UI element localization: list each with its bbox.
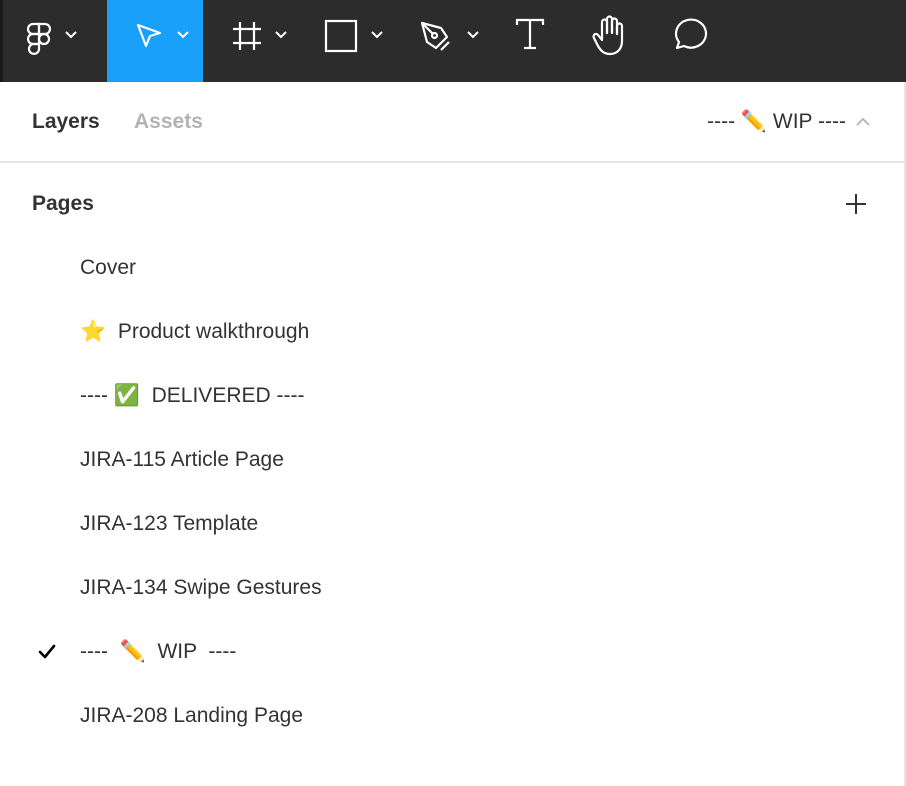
main-menu-button[interactable] (3, 0, 103, 82)
pages-title: Pages (32, 192, 94, 215)
pages-header: Pages (0, 163, 904, 247)
page-item-delivered-separator[interactable]: ---- ✅ DELIVERED ---- (0, 364, 904, 428)
page-item-label: ⭐ Product walkthrough (80, 320, 310, 343)
page-item-label: JIRA-208 Landing Page (80, 704, 303, 727)
page-item-wip-separator[interactable]: ---- ✏️ WIP ---- (0, 620, 904, 684)
page-item-label: JIRA-123 Template (80, 512, 259, 535)
page-item-label: Cover (80, 256, 137, 279)
pen-icon (420, 21, 450, 51)
page-item-label: ---- ✏️ WIP ---- (80, 640, 237, 663)
tab-layers[interactable]: Layers (32, 109, 100, 135)
toolbar (0, 0, 906, 82)
cursor-arrow-icon (136, 23, 162, 48)
page-item-product-walkthrough[interactable]: ⭐ Product walkthrough (0, 300, 904, 364)
comment-tool-button[interactable] (653, 0, 728, 82)
panel-tabs: Layers Assets ---- ✏️ WIP ---- (0, 82, 904, 163)
page-list: Cover ⭐ Product walkthrough ---- ✅ DELIV… (0, 236, 904, 748)
chevron-down-icon (275, 31, 287, 39)
page-item-label: ---- ✅ DELIVERED ---- (80, 384, 305, 407)
frame-tool-button[interactable] (203, 0, 299, 82)
current-page-label: ---- ✏️ WIP ---- (707, 110, 846, 133)
page-item-jira-134[interactable]: JIRA-134 Swipe Gestures (0, 556, 904, 620)
shape-tool-button[interactable] (303, 0, 399, 82)
page-item-jira-208[interactable]: JIRA-208 Landing Page (0, 684, 904, 748)
figma-logo-icon (27, 22, 51, 55)
tab-assets[interactable]: Assets (134, 109, 203, 135)
page-item-jira-123[interactable]: JIRA-123 Template (0, 492, 904, 556)
chevron-down-icon (65, 31, 77, 39)
figma-app: Layers Assets ---- ✏️ WIP ---- Pages Cov… (0, 0, 906, 786)
text-tool-button[interactable] (503, 0, 563, 82)
chevron-up-icon (856, 117, 870, 126)
pen-tool-button[interactable] (403, 0, 499, 82)
rectangle-icon (324, 19, 358, 53)
checkmark-icon (38, 644, 56, 659)
page-item-label: JIRA-134 Swipe Gestures (80, 576, 322, 599)
chevron-down-icon (467, 31, 479, 39)
move-tool-button[interactable] (107, 0, 203, 82)
chevron-down-icon (177, 31, 189, 39)
page-item-label: JIRA-115 Article Page (80, 448, 284, 471)
text-icon (515, 18, 545, 50)
frame-icon (233, 22, 261, 50)
hand-icon (592, 15, 624, 56)
page-item-cover[interactable]: Cover (0, 236, 904, 300)
page-item-jira-115[interactable]: JIRA-115 Article Page (0, 428, 904, 492)
chevron-down-icon (371, 31, 383, 39)
comment-icon (674, 18, 708, 50)
add-page-icon[interactable] (842, 190, 870, 218)
current-page-switcher[interactable]: ---- ✏️ WIP ---- (707, 109, 870, 135)
hand-tool-button[interactable] (578, 0, 648, 82)
layers-panel: Layers Assets ---- ✏️ WIP ---- Pages Cov… (0, 82, 906, 786)
